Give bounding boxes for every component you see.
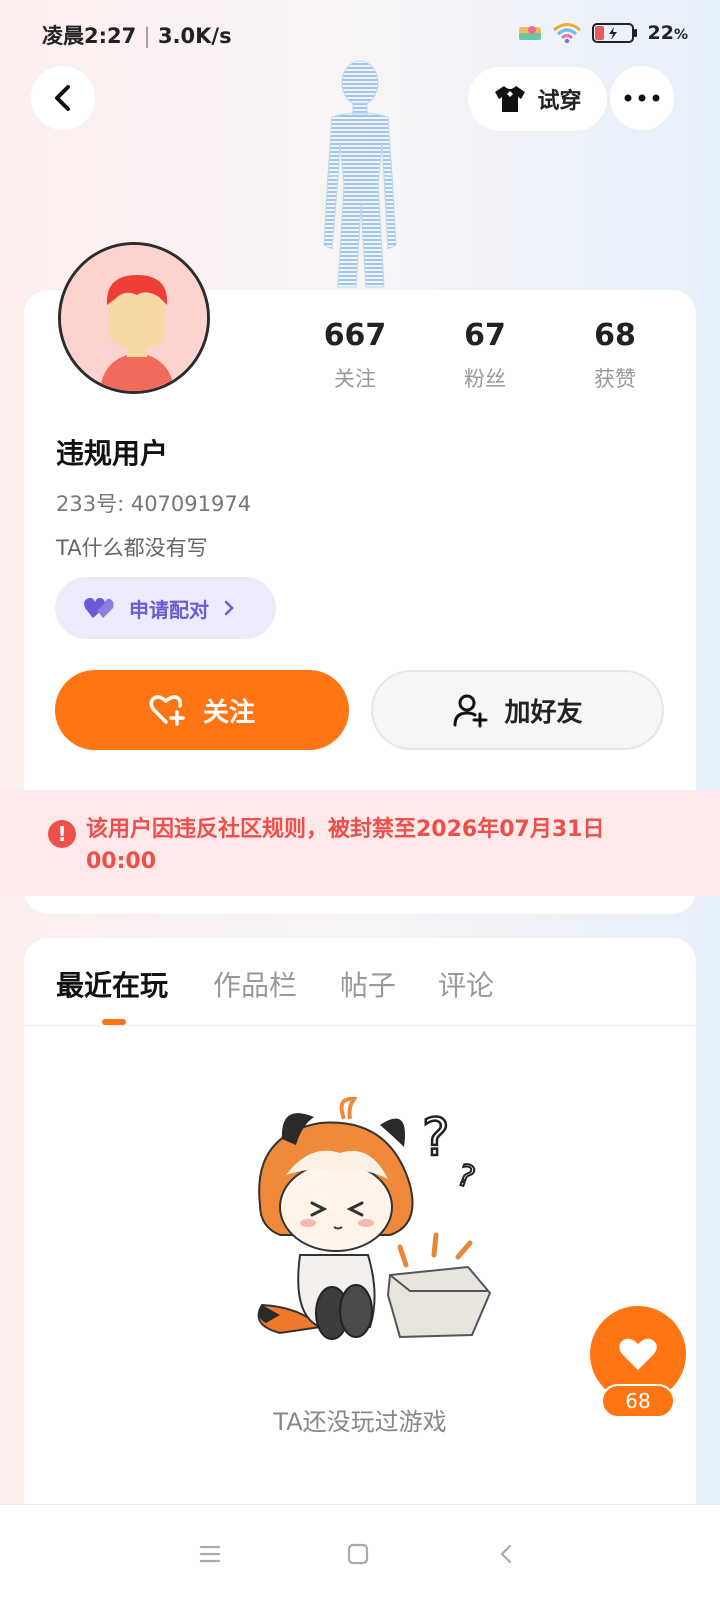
battery-icon — [591, 23, 637, 43]
followers-count: 67 — [464, 318, 506, 353]
profile-stats: 667 关注 67 粉丝 68 获赞 — [290, 318, 680, 393]
tab-works[interactable]: 作品栏 — [213, 964, 297, 1004]
followers-stat[interactable]: 67 粉丝 — [420, 318, 550, 393]
add-user-icon — [453, 694, 488, 728]
avatar[interactable] — [58, 242, 210, 394]
following-label: 关注 — [334, 367, 376, 391]
svg-text:?: ? — [452, 1158, 479, 1196]
chevron-left-icon — [55, 85, 70, 111]
alert-icon: ! — [48, 820, 76, 848]
profile-tabs: 最近在玩 作品栏 帖子 评论 — [24, 938, 696, 1026]
try-on-button[interactable]: 试穿 — [468, 67, 607, 131]
likes-label: 获赞 — [594, 367, 636, 391]
following-stat[interactable]: 667 关注 — [290, 318, 420, 393]
battery-level: 22% — [647, 22, 688, 44]
active-tab-indicator — [102, 1019, 126, 1025]
follow-button[interactable]: 关注 — [55, 670, 349, 750]
status-divider: | — [143, 24, 151, 48]
more-dots-icon — [624, 94, 660, 102]
user-id: 233号: 407091974 — [56, 492, 252, 516]
request-pair-label: 申请配对 — [129, 597, 209, 622]
try-on-label: 试穿 — [537, 89, 582, 114]
user-bio: TA什么都没有写 — [56, 536, 208, 560]
double-heart-icon — [84, 597, 114, 618]
system-navigation-bar — [0, 1504, 720, 1600]
app-notification-icon — [518, 26, 541, 40]
tab-comments[interactable]: 评论 — [438, 964, 494, 1004]
add-friend-button[interactable]: 加好友 — [371, 670, 664, 750]
status-icons: 22% — [518, 22, 688, 44]
username: 违规用户 — [56, 437, 169, 470]
empty-state-mascot-illustration: ? ? — [257, 1096, 492, 1340]
back-triangle-icon[interactable] — [497, 1543, 515, 1565]
like-count-badge: 68 — [601, 1384, 675, 1418]
request-pair-button[interactable]: 申请配对 — [55, 577, 276, 639]
likes-stat[interactable]: 68 获赞 — [550, 318, 680, 393]
more-options-button[interactable] — [610, 66, 674, 130]
network-speed: 3.0K/s — [157, 24, 232, 48]
clock-text: 凌晨2:27 — [42, 24, 137, 48]
svg-text:?: ? — [422, 1108, 450, 1168]
heart-plus-icon — [149, 695, 185, 726]
status-time: 凌晨2:27 | 3.0K/s — [42, 20, 232, 50]
home-square-icon[interactable] — [347, 1543, 369, 1565]
wifi-icon — [552, 23, 581, 44]
tab-posts[interactable]: 帖子 — [340, 964, 396, 1004]
default-avatar-icon — [61, 245, 207, 391]
menu-icon[interactable] — [198, 1543, 222, 1565]
back-button[interactable] — [31, 66, 95, 130]
heart-icon — [619, 1338, 657, 1370]
ban-notice-banner: ! 该用户因违反社区规则，被封禁至2026年07月31日 00:00 — [0, 790, 720, 896]
tshirt-icon — [495, 86, 526, 112]
follow-label: 关注 — [202, 697, 255, 728]
followers-label: 粉丝 — [464, 367, 506, 391]
following-count: 667 — [323, 318, 387, 353]
avatar-figure-hologram — [323, 60, 397, 288]
add-friend-label: 加好友 — [504, 697, 583, 728]
chevron-right-icon — [224, 600, 234, 616]
likes-count: 68 — [594, 318, 636, 353]
ban-notice-text: 该用户因违反社区规则，被封禁至2026年07月31日 00:00 — [86, 817, 605, 874]
tab-recently-played[interactable]: 最近在玩 — [56, 964, 168, 1004]
